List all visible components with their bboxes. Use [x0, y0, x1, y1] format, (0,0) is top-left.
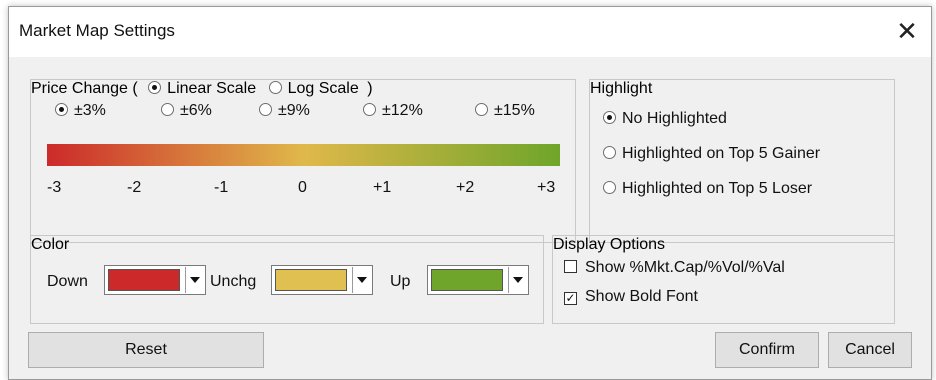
color-legend: Color [31, 236, 70, 253]
reset-button[interactable]: Reset [28, 332, 264, 368]
top5-loser-radio-circle[interactable] [603, 181, 616, 194]
range-6-radio[interactable]: ±6% [161, 101, 212, 121]
show-bold-font-label: Show Bold Font [585, 288, 698, 305]
range-9-radio[interactable]: ±9% [259, 101, 310, 121]
range-12-label: ±12% [382, 102, 423, 119]
linear-scale-label: Linear Scale [167, 80, 257, 97]
log-scale-radio[interactable]: Log Scale [268, 80, 364, 97]
range-6-label: ±6% [180, 102, 212, 119]
price-change-gradient-bar [47, 144, 560, 166]
settings-window: Market Map Settings ✕ Price Change ( Lin… [8, 6, 932, 380]
unchg-label: Unchg [210, 273, 257, 290]
down-color-picker[interactable] [104, 265, 206, 295]
down-color-swatch [108, 269, 180, 291]
log-scale-radio-circle[interactable] [268, 81, 282, 94]
top5-gainer-radio[interactable]: Highlighted on Top 5 Gainer [603, 144, 820, 164]
linear-scale-radio-circle[interactable] [148, 81, 162, 94]
chevron-down-icon[interactable] [352, 267, 371, 293]
range-15-radio[interactable]: ±15% [475, 101, 535, 121]
down-label: Down [47, 273, 88, 290]
tick-label: +3 [537, 179, 556, 196]
highlight-legend: Highlight [590, 80, 653, 97]
tick-label: +2 [456, 179, 475, 196]
log-scale-label: Log Scale [287, 80, 359, 97]
tick-label: 0 [298, 179, 307, 196]
window-title: Market Map Settings [19, 21, 175, 40]
dialog-body: Price Change ( Linear Scale Log Scale ) … [9, 57, 931, 379]
price-change-legend-suffix: ) [367, 80, 373, 97]
linear-scale-radio[interactable]: Linear Scale [148, 80, 260, 97]
range-12-radio[interactable]: ±12% [363, 101, 423, 121]
tick-label: -3 [47, 179, 62, 196]
up-color-picker[interactable] [427, 265, 529, 295]
chevron-down-icon[interactable] [185, 267, 204, 293]
display-options-group: Display Options [552, 235, 895, 324]
up-label: Up [390, 273, 411, 290]
range-6-radio-circle[interactable] [161, 103, 174, 116]
cancel-button[interactable]: Cancel [828, 332, 912, 368]
range-9-radio-circle[interactable] [259, 103, 272, 116]
range-12-radio-circle[interactable] [363, 103, 376, 116]
chevron-down-icon[interactable] [508, 267, 527, 293]
tick-label: -2 [127, 179, 142, 196]
show-mktcap-checkbox-box[interactable] [564, 260, 577, 273]
unchg-color-swatch [275, 269, 347, 291]
show-bold-font-checkbox[interactable]: ✓ Show Bold Font [564, 287, 698, 307]
close-icon[interactable]: ✕ [887, 13, 927, 51]
range-3-radio-circle[interactable] [55, 103, 68, 116]
top5-loser-label: Highlighted on Top 5 Loser [622, 180, 813, 197]
top5-gainer-label: Highlighted on Top 5 Gainer [622, 145, 821, 162]
unchg-color-picker[interactable] [271, 265, 373, 295]
top5-gainer-radio-circle[interactable] [603, 146, 616, 159]
no-highlight-radio-circle[interactable] [603, 111, 616, 124]
confirm-button[interactable]: Confirm [715, 332, 819, 368]
range-15-radio-circle[interactable] [475, 103, 488, 116]
price-change-legend: Price Change ( Linear Scale Log Scale ) [31, 80, 373, 97]
top5-loser-radio[interactable]: Highlighted on Top 5 Loser [603, 179, 812, 199]
range-3-radio[interactable]: ±3% [55, 101, 106, 121]
tick-label: -1 [214, 179, 229, 196]
range-3-label: ±3% [74, 102, 106, 119]
display-options-legend: Display Options [553, 236, 666, 253]
show-mktcap-label: Show %Mkt.Cap/%Vol/%Val [585, 259, 785, 276]
no-highlight-label: No Highlighted [622, 110, 727, 127]
tick-label: +1 [373, 179, 392, 196]
range-9-label: ±9% [278, 102, 310, 119]
show-bold-font-checkbox-box[interactable]: ✓ [564, 292, 577, 305]
title-bar: Market Map Settings ✕ [9, 7, 931, 57]
range-15-label: ±15% [494, 102, 535, 119]
show-mktcap-checkbox[interactable]: Show %Mkt.Cap/%Vol/%Val [564, 258, 785, 278]
no-highlight-radio[interactable]: No Highlighted [603, 109, 727, 129]
price-change-legend-prefix: Price Change ( [31, 80, 138, 97]
up-color-swatch [431, 269, 503, 291]
